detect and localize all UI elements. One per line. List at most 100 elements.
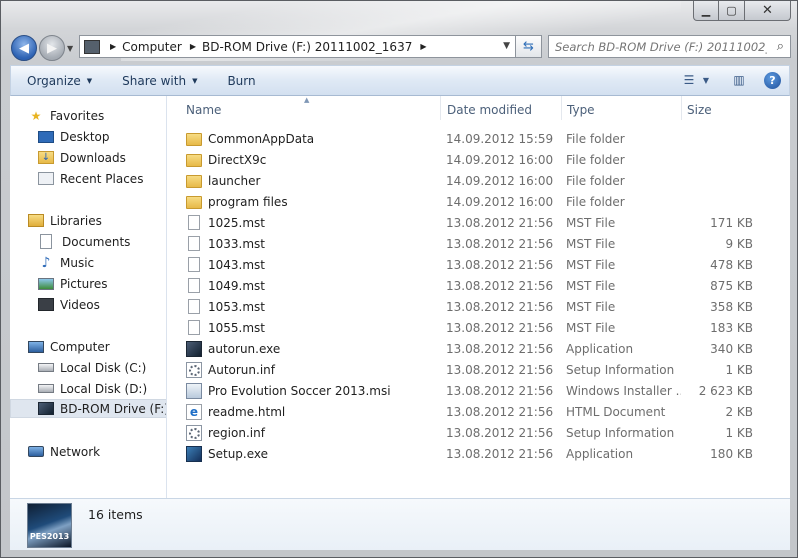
nav-recent-places[interactable]: Recent Places: [38, 169, 143, 188]
file-row[interactable]: DirectX9c 14.09.2012 16:00 File folder: [168, 149, 778, 170]
nav-favorites[interactable]: ★ Favorites: [28, 106, 105, 125]
file-row[interactable]: CommonAppData 14.09.2012 15:59 File folder: [168, 128, 778, 149]
disc-thumbnail: PES2013: [27, 503, 72, 548]
nav-downloads[interactable]: ↓ Downloads: [38, 148, 126, 167]
date-modified-cell: 13.08.2012 21:56: [446, 425, 554, 440]
nav-documents[interactable]: Documents: [38, 232, 130, 251]
file-row[interactable]: e readme.html 13.08.2012 21:56 HTML Documen…: [168, 401, 778, 422]
share-with-button[interactable]: Share with ▼: [122, 66, 213, 95]
file-row[interactable]: region.inf 13.08.2012 21:56 Setup Informat…: [168, 422, 778, 443]
nav-music[interactable]: ♪ Music: [38, 253, 95, 272]
file-row[interactable]: autorun.exe 13.08.2012 21:56 Application 34…: [168, 338, 778, 359]
nav-pictures[interactable]: Pictures: [38, 274, 108, 293]
setup-info-icon: [186, 424, 202, 441]
hard-drive-icon: [38, 384, 54, 393]
file-row[interactable]: Pro Evolution Soccer 2013.msi 13.08.2012 …: [168, 380, 778, 401]
breadcrumb-bdrom[interactable]: BD-ROM Drive (F:) 20111002_1637: [202, 40, 412, 54]
organize-button[interactable]: Organize ▼: [27, 66, 108, 95]
navigation-pane[interactable]: ★ Favorites Desktop ↓ Downloads Recent Pla…: [10, 96, 167, 498]
breadcrumb: ▶ Computer ▶ BD-ROM Drive (F:) 20111002_…: [106, 40, 433, 54]
column-divider[interactable]: [561, 96, 562, 120]
file-row[interactable]: Setup.exe 13.08.2012 21:56 Application 180 …: [168, 443, 778, 464]
forward-button[interactable]: ▶: [39, 35, 65, 61]
file-row[interactable]: 1033.mst 13.08.2012 21:56 MST File 9 KB: [168, 233, 778, 254]
column-label: Type: [567, 103, 595, 117]
file-type-cell: MST File: [566, 236, 616, 251]
file-row[interactable]: 1043.mst 13.08.2012 21:56 MST File 478 KB: [168, 254, 778, 275]
chevron-down-icon: ▼: [192, 76, 198, 85]
file-type-cell: File folder: [566, 131, 625, 146]
view-options-icon[interactable]: ☰: [678, 70, 700, 90]
file-list[interactable]: ▲ Name Date modified Type Size CommonApp…: [168, 96, 790, 498]
file-row[interactable]: launcher 14.09.2012 16:00 File folder: [168, 170, 778, 191]
file-row[interactable]: 1025.mst 13.08.2012 21:56 MST File 171 KB: [168, 212, 778, 233]
nav-videos[interactable]: Videos: [38, 295, 100, 314]
file-size-cell: 478 KB: [710, 257, 753, 272]
maximize-button[interactable]: ▢: [719, 1, 745, 21]
nav-computer[interactable]: Computer: [28, 337, 110, 356]
file-name: 1033.mst: [208, 236, 265, 251]
column-divider[interactable]: [681, 96, 682, 120]
chevron-right-icon[interactable]: ▶: [420, 42, 426, 51]
file-name: 1055.mst: [208, 320, 265, 335]
burn-label: Burn: [227, 73, 256, 88]
nav-desktop[interactable]: Desktop: [38, 127, 110, 146]
file-row[interactable]: program files 14.09.2012 16:00 File folder: [168, 191, 778, 212]
column-header-date[interactable]: Date modified: [447, 99, 562, 121]
minimize-button[interactable]: ▁: [693, 1, 719, 21]
details-pane: PES2013 16 items: [10, 498, 790, 550]
search-icon[interactable]: ⌕: [777, 39, 784, 54]
column-header-name[interactable]: Name: [186, 99, 441, 121]
documents-icon: [40, 234, 52, 249]
file-name-cell: autorun.exe: [186, 338, 436, 359]
nav-local-disk-d[interactable]: Local Disk (D:): [38, 379, 147, 398]
file-name: 1049.mst: [208, 278, 265, 293]
file-name-cell: e readme.html: [186, 401, 436, 422]
nav-label: Local Disk (D:): [60, 381, 148, 396]
file-name-cell: CommonAppData: [186, 128, 436, 149]
file-size-cell: 1 KB: [725, 362, 753, 377]
recent-pages-dropdown[interactable]: ▼: [67, 44, 73, 53]
arrow-right-icon: ▶: [47, 40, 57, 56]
view-dropdown-icon[interactable]: ▼: [700, 70, 712, 90]
file-row[interactable]: 1049.mst 13.08.2012 21:56 MST File 875 KB: [168, 275, 778, 296]
search-box[interactable]: ⌕: [548, 35, 791, 58]
file-name-cell: Setup.exe: [186, 443, 436, 464]
nav-label: Pictures: [60, 276, 108, 291]
column-header-type[interactable]: Type: [567, 99, 682, 121]
pictures-icon: [38, 277, 54, 290]
preview-pane-icon[interactable]: ▥: [728, 70, 750, 90]
breadcrumb-computer[interactable]: Computer: [122, 40, 182, 54]
address-bar[interactable]: ▶ Computer ▶ BD-ROM Drive (F:) 20111002_…: [79, 35, 516, 58]
file-type-cell: MST File: [566, 257, 616, 272]
help-icon[interactable]: ?: [764, 71, 781, 89]
file-row[interactable]: 1053.mst 13.08.2012 21:56 MST File 358 KB: [168, 296, 778, 317]
file-size-cell: 171 KB: [710, 215, 753, 230]
address-dropdown-icon[interactable]: ▼: [503, 41, 510, 51]
search-input[interactable]: [555, 39, 767, 54]
column-divider[interactable]: [440, 96, 441, 120]
file-type-cell: File folder: [566, 152, 625, 167]
nav-network[interactable]: Network: [28, 442, 100, 461]
refresh-icon: ⇆: [523, 39, 534, 54]
thumbnail-text: PES2013: [29, 532, 70, 541]
file-row[interactable]: 1055.mst 13.08.2012 21:56 MST File 183 KB: [168, 317, 778, 338]
file-type-cell: MST File: [566, 215, 616, 230]
chevron-right-icon[interactable]: ▶: [110, 42, 116, 51]
burn-button[interactable]: Burn: [227, 66, 271, 95]
date-modified-cell: 13.08.2012 21:56: [446, 257, 554, 272]
share-with-label: Share with: [122, 73, 187, 88]
back-button[interactable]: ◀: [11, 35, 37, 61]
file-name-cell: program files: [186, 191, 436, 212]
nav-bdrom-drive[interactable]: BD-ROM Drive (F:) 2: [10, 399, 166, 418]
refresh-button[interactable]: ⇆: [516, 35, 542, 58]
nav-libraries[interactable]: Libraries: [28, 211, 102, 230]
close-button[interactable]: ✕: [745, 1, 791, 21]
column-header-size[interactable]: Size: [687, 99, 767, 121]
chevron-right-icon[interactable]: ▶: [190, 42, 196, 51]
file-name: CommonAppData: [208, 131, 315, 146]
nav-local-disk-c[interactable]: Local Disk (C:): [38, 358, 146, 377]
file-size-cell: [688, 149, 753, 170]
file-row[interactable]: Autorun.inf 13.08.2012 21:56 Setup Informa…: [168, 359, 778, 380]
nav-label: Downloads: [60, 150, 126, 165]
